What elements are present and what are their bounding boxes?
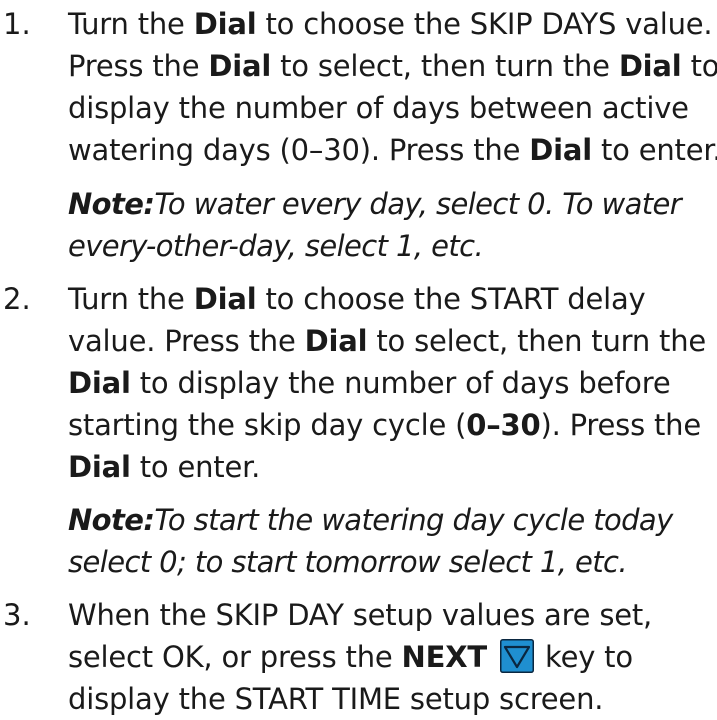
step-2-line-5: Dial to enter.: [68, 450, 261, 484]
step-2-number: 2.: [3, 282, 31, 316]
step-3-number: 3.: [3, 598, 31, 632]
step-1-line-2: Press the Dial to select, then turn the …: [68, 49, 717, 83]
instruction-page: 1. Turn the Dial to choose the SKIP DAYS…: [0, 0, 717, 716]
step-1-note-line-1: Note:To water every day, select 0. To wa…: [68, 187, 682, 221]
step-1-line-1: Turn the Dial to choose the SKIP DAYS va…: [68, 7, 713, 41]
step-3-line-3: display the START TIME setup screen.: [68, 682, 604, 716]
step-2-line-2: value. Press the Dial to select, then tu…: [68, 324, 707, 358]
step-2-line-1: Turn the Dial to choose the START delay: [68, 282, 646, 316]
step-3-line-2: select OK, or press the NEXT key to: [68, 639, 633, 674]
next-key-icon: [499, 639, 534, 673]
note-label: Note:: [68, 503, 155, 537]
step-1-number: 1.: [3, 7, 31, 41]
step-2-note-line-1: Note:To start the watering day cycle tod…: [68, 503, 673, 537]
step-1-line-4: watering days (0–30). Press the Dial to …: [68, 133, 717, 167]
note-label: Note:: [68, 187, 155, 221]
step-1-note-line-2: every-other-day, select 1, etc.: [68, 229, 484, 263]
step-2-note-line-2: select 0; to start tomorrow select 1, et…: [68, 545, 628, 579]
step-2-line-3: Dial to display the number of days befor…: [68, 366, 671, 400]
step-2-line-4: starting the skip day cycle (0–30). Pres…: [68, 408, 701, 442]
step-3-line-1: When the SKIP DAY setup values are set,: [68, 598, 653, 632]
step-1-line-3: display the number of days between activ…: [68, 91, 689, 125]
